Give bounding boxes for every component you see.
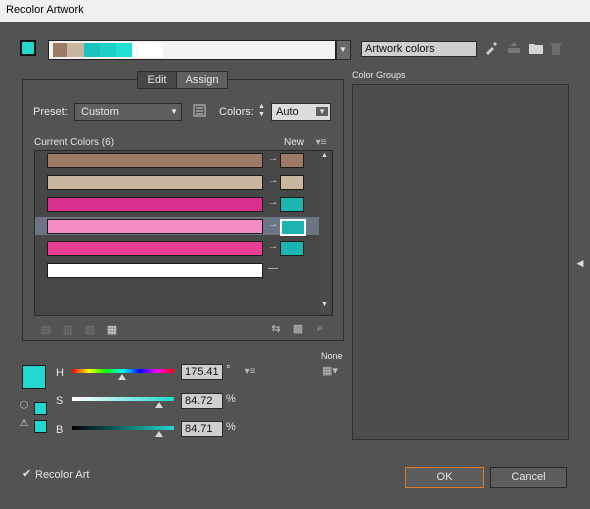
save-group-icon[interactable] — [506, 42, 522, 56]
color-groups-title: Color Groups — [352, 70, 406, 80]
colors-dropdown[interactable]: Auto ▼ — [271, 103, 331, 121]
cancel-button[interactable]: Cancel — [490, 467, 567, 488]
warning-icon: ⚠ — [19, 418, 29, 429]
saturation-label: S — [56, 395, 64, 407]
separate-colors-icon[interactable]: ▥ — [60, 323, 76, 336]
eyedropper-icon[interactable] — [483, 41, 499, 57]
current-color-bar[interactable] — [47, 175, 263, 190]
recolor-art-checkbox[interactable]: ✔ — [22, 468, 33, 480]
brightness-unit: % — [226, 421, 236, 433]
hue-slider[interactable] — [72, 369, 174, 381]
brightness-input[interactable]: 84.71 — [181, 421, 223, 437]
saturation-input[interactable]: 84.72 — [181, 393, 223, 409]
table-row[interactable]: → — [42, 195, 327, 213]
preset-label: Preset: — [33, 106, 68, 118]
chevron-down-icon: ▼ — [316, 107, 328, 116]
brightness-slider-thumb[interactable] — [154, 431, 163, 437]
table-row[interactable]: — — [42, 261, 327, 279]
arrow-right-icon[interactable]: → — [268, 153, 278, 164]
table-row[interactable]: → — [42, 151, 327, 169]
artwork-colors-field[interactable]: Artwork colors — [361, 41, 477, 57]
folder-icon[interactable] — [528, 42, 544, 56]
gamut-swatch[interactable] — [34, 420, 47, 433]
strip-swatch[interactable] — [67, 43, 84, 57]
color-mode-icon[interactable]: ▦▾ — [320, 364, 340, 377]
no-color-dash: — — [268, 263, 278, 274]
web-safe-swatch[interactable] — [34, 402, 47, 415]
strip-swatch[interactable] — [84, 43, 100, 57]
color-groups-panel — [352, 84, 569, 440]
stepper-up-icon[interactable]: ▲ — [258, 103, 265, 110]
scroll-up-icon[interactable]: ▲ — [321, 152, 328, 159]
table-row[interactable]: → — [42, 173, 327, 191]
trash-icon[interactable] — [549, 42, 563, 56]
current-color-bar[interactable] — [47, 197, 263, 212]
stepper-down-icon[interactable]: ▼ — [258, 111, 265, 118]
hsb-swatch[interactable] — [22, 365, 46, 389]
tab-assign[interactable]: Assign — [176, 71, 228, 89]
check-icon: ✔ — [22, 468, 32, 480]
scroll-down-icon[interactable]: ▼ — [321, 301, 328, 308]
expand-panel-icon[interactable]: ◀ — [575, 258, 585, 269]
recolor-art-label: Recolor Art — [35, 469, 90, 481]
merge-colors-icon[interactable]: ▤ — [38, 323, 54, 336]
brightness-label: B — [56, 424, 64, 436]
hsb-menu-icon[interactable]: ▾≡ — [242, 366, 258, 377]
current-color-bar[interactable] — [47, 219, 263, 234]
none-label: None — [321, 351, 343, 361]
randomize-order-icon[interactable]: ⇆ — [268, 322, 284, 335]
current-color-bar[interactable] — [47, 263, 263, 278]
chevron-down-icon: ▼ — [339, 45, 347, 54]
hue-slider-thumb[interactable] — [117, 374, 126, 380]
active-color-swatch[interactable] — [20, 40, 36, 56]
strip-swatch[interactable] — [53, 43, 67, 57]
strip-swatch[interactable] — [132, 43, 163, 57]
new-header: New — [284, 137, 305, 148]
chevron-down-icon: ▼ — [170, 107, 178, 116]
saturation-slider-thumb[interactable] — [154, 402, 163, 408]
preset-dropdown[interactable]: Custom ▼ — [74, 103, 182, 121]
table-menu-icon[interactable]: ▾≡ — [314, 137, 328, 148]
new-row-icon[interactable]: ▦ — [104, 323, 120, 336]
preset-options-icon[interactable] — [192, 104, 206, 118]
current-color-bar[interactable] — [47, 241, 263, 256]
new-color-swatch[interactable] — [280, 153, 304, 168]
arrow-right-icon[interactable]: → — [268, 197, 278, 208]
find-colors-icon[interactable]: ⌕ — [312, 322, 328, 335]
new-color-swatch[interactable] — [280, 175, 304, 190]
ok-button[interactable]: OK — [405, 467, 484, 488]
hue-input[interactable]: 175.41 — [181, 364, 223, 380]
arrow-right-icon[interactable]: → — [268, 175, 278, 186]
colors-label: Colors: — [219, 106, 254, 118]
new-color-swatch[interactable] — [280, 241, 304, 256]
arrow-right-icon[interactable]: → — [268, 241, 278, 252]
new-color-swatch[interactable] — [280, 197, 304, 212]
saturation-slider[interactable] — [72, 397, 174, 409]
arrow-right-icon[interactable]: → — [268, 219, 278, 230]
harmony-color-strip[interactable] — [48, 40, 336, 60]
cube-icon: ⬡ — [19, 400, 29, 411]
brightness-slider[interactable] — [72, 426, 174, 438]
hue-label: H — [56, 367, 64, 379]
strip-swatch[interactable] — [116, 43, 132, 57]
randomize-saturation-icon[interactable]: ▩ — [290, 322, 306, 335]
table-row[interactable]: → — [42, 239, 327, 257]
harmony-dropdown-button[interactable]: ▼ — [336, 40, 351, 60]
window-title: Recolor Artwork — [6, 4, 84, 16]
colors-stepper[interactable]: ▲ ▼ — [257, 103, 269, 119]
current-colors-header: Current Colors (6) — [34, 137, 115, 148]
table-row[interactable]: → — [35, 217, 319, 236]
tab-edit[interactable]: Edit — [137, 71, 177, 89]
strip-swatch[interactable] — [100, 43, 116, 57]
saturation-unit: % — [226, 393, 236, 405]
new-color-swatch[interactable] — [280, 219, 306, 236]
exclude-colors-icon[interactable]: ▧ — [82, 323, 98, 336]
current-color-bar[interactable] — [47, 153, 263, 168]
hue-unit: ° — [226, 364, 231, 376]
title-bar: Recolor Artwork — [0, 0, 590, 22]
table-scrollbar[interactable]: ▲ ▼ — [319, 151, 330, 313]
